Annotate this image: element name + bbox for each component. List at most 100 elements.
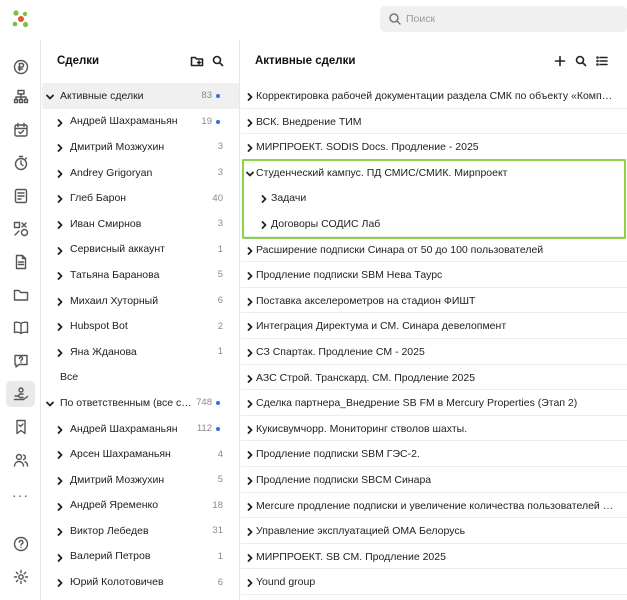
deal-row[interactable]: СЗ Спартак. Продление СМ - 2025	[241, 339, 627, 365]
deal-row[interactable]: АЗС Строй. Транскард. СМ. Продление 2025	[241, 365, 627, 391]
document-icon[interactable]	[6, 249, 35, 275]
chevron-right-icon[interactable]	[246, 450, 254, 460]
chevron-right-icon[interactable]	[260, 194, 268, 204]
chevron-right-icon[interactable]	[246, 553, 254, 562]
chevron-right-icon[interactable]	[246, 246, 254, 255]
chevron-right-icon[interactable]	[246, 527, 254, 536]
chevron-right-icon[interactable]	[56, 322, 64, 332]
folder-item[interactable]: Яна Жданова 1	[42, 339, 239, 365]
deal-subitem[interactable]: Задачи	[241, 185, 627, 211]
add-icon[interactable]	[553, 54, 567, 68]
chevron-right-icon[interactable]	[56, 143, 64, 153]
shapes-icon[interactable]	[6, 216, 35, 242]
chevron-right-icon[interactable]	[246, 502, 254, 511]
folder-item[interactable]: Сервисный аккаунт 1	[42, 237, 239, 263]
currency-icon[interactable]	[6, 54, 35, 80]
deal-row[interactable]: Продление подписки SBM Нева Таурс	[241, 262, 627, 288]
folder-item[interactable]: Виктор Лебедев 31	[42, 518, 239, 544]
checklist-icon[interactable]	[6, 183, 35, 209]
deal-row[interactable]: Yound group	[241, 569, 627, 595]
timer-icon[interactable]	[6, 150, 35, 176]
chevron-right-icon[interactable]	[246, 476, 254, 485]
app-logo[interactable]	[10, 8, 32, 30]
chevron-right-icon[interactable]	[246, 374, 254, 383]
deal-row[interactable]: МИРПРОЕКТ. SB CM. Продление 2025	[241, 544, 627, 570]
chevron-right-icon[interactable]	[56, 348, 64, 357]
deal-row[interactable]: Интеграция Директума и СМ. Синара девело…	[241, 313, 627, 339]
chevron-right-icon[interactable]	[246, 118, 254, 127]
chevron-right-icon[interactable]	[246, 322, 254, 332]
chevron-right-icon[interactable]	[56, 450, 64, 460]
chevron-down-icon[interactable]	[246, 169, 254, 177]
search-icon[interactable]	[574, 54, 588, 68]
folder-item[interactable]: Юрий Колотовичев 6	[42, 569, 239, 595]
folder-item-all[interactable]: Все	[42, 365, 239, 391]
search-input[interactable]	[406, 10, 606, 28]
chevron-right-icon[interactable]	[56, 118, 64, 127]
add-folder-icon[interactable]	[190, 54, 204, 68]
deal-row[interactable]: Студенческий кампус. ПД СМИС/СМИК. Мирпр…	[241, 160, 627, 186]
chevron-right-icon[interactable]	[246, 399, 254, 409]
chevron-right-icon[interactable]	[56, 476, 64, 485]
chevron-right-icon[interactable]	[56, 297, 64, 306]
search-box[interactable]	[380, 6, 627, 32]
help-icon[interactable]	[6, 531, 35, 557]
settings-icon[interactable]	[6, 564, 35, 590]
deal-subitem[interactable]: Договоры СОДИС Лаб	[241, 211, 627, 237]
deal-row[interactable]: Расширение подписки Синара от 50 до 100 …	[241, 237, 627, 263]
deal-row[interactable]: ВСК. Внедрение ТИМ	[241, 109, 627, 135]
chevron-right-icon[interactable]	[56, 271, 64, 281]
more-icon[interactable]: ···	[6, 482, 35, 508]
chevron-right-icon[interactable]	[56, 220, 64, 229]
chevron-right-icon[interactable]	[246, 348, 254, 357]
search-icon[interactable]	[211, 54, 225, 68]
folder-item[interactable]: Hubspot Bot 2	[42, 313, 239, 339]
chevron-right-icon[interactable]	[56, 502, 64, 511]
chevron-down-icon[interactable]	[46, 92, 54, 100]
chevron-right-icon[interactable]	[260, 220, 268, 229]
chevron-right-icon[interactable]	[246, 425, 254, 434]
folder-item[interactable]: Валерий Петров 1	[42, 544, 239, 570]
chevron-right-icon[interactable]	[56, 527, 64, 536]
deal-row[interactable]: Корректировка рабочей документации разде…	[241, 83, 627, 109]
folder-item[interactable]: Татьяна Баранова 5	[42, 262, 239, 288]
folder-item[interactable]: Иван Смирнов 3	[42, 211, 239, 237]
folder-item[interactable]: Андрей Яременко 18	[42, 493, 239, 519]
bookmark-icon[interactable]	[6, 414, 35, 440]
folder-icon[interactable]	[6, 282, 35, 308]
deal-row[interactable]: Поставка акселерометров на стадион ФИШТ	[241, 288, 627, 314]
chevron-right-icon[interactable]	[246, 143, 254, 153]
folder-item[interactable]: Андрей Шахраманьян 19	[42, 109, 239, 135]
folder-item[interactable]: Дмитрий Мозжухин 5	[42, 467, 239, 493]
users-icon[interactable]	[6, 447, 35, 473]
folder-item[interactable]: Глеб Барон 40	[42, 185, 239, 211]
chat-question-icon[interactable]	[6, 348, 35, 374]
chevron-right-icon[interactable]	[56, 169, 64, 178]
deals-icon[interactable]	[6, 381, 35, 407]
deal-row[interactable]: Продление подписки SBM ГЭС-2.	[241, 441, 627, 467]
deal-row[interactable]: Mercure продление подписки и увеличение …	[241, 493, 627, 519]
chevron-right-icon[interactable]	[56, 194, 64, 204]
org-structure-icon[interactable]	[6, 84, 35, 110]
chevron-right-icon[interactable]	[56, 425, 64, 434]
folder-group[interactable]: Активные сделки 83	[42, 83, 239, 109]
deal-row[interactable]: Сделка партнера_Внедрение SB FM в Mercur…	[241, 390, 627, 416]
deal-row[interactable]: МИРПРОЕКТ. SODIS Docs. Продление - 2025	[241, 134, 627, 160]
folder-item[interactable]: Andrey Grigoryan 3	[42, 160, 239, 186]
deal-row[interactable]: Управление эксплуатацией ОМА Белорусь	[241, 518, 627, 544]
deal-row[interactable]: Продление подписки SBCM Синара	[241, 467, 627, 493]
chevron-right-icon[interactable]	[246, 92, 254, 101]
deal-row[interactable]: Кукисвумчорр. Мониторинг стволов шахты.	[241, 416, 627, 442]
chevron-right-icon[interactable]	[246, 271, 254, 281]
folder-item[interactable]: Андрей Шахраманьян 112	[42, 416, 239, 442]
chevron-right-icon[interactable]	[56, 553, 64, 562]
calendar-icon[interactable]	[6, 117, 35, 143]
folder-item[interactable]: Дмитрий Мозжухин 3	[42, 134, 239, 160]
folder-item[interactable]: Арсен Шахраманьян 4	[42, 441, 239, 467]
chevron-right-icon[interactable]	[56, 578, 64, 588]
folder-item[interactable]: Михаил Хуторный 6	[42, 288, 239, 314]
chevron-down-icon[interactable]	[46, 399, 54, 407]
book-icon[interactable]	[6, 315, 35, 341]
chevron-right-icon[interactable]	[246, 578, 254, 588]
chevron-right-icon[interactable]	[56, 246, 64, 255]
